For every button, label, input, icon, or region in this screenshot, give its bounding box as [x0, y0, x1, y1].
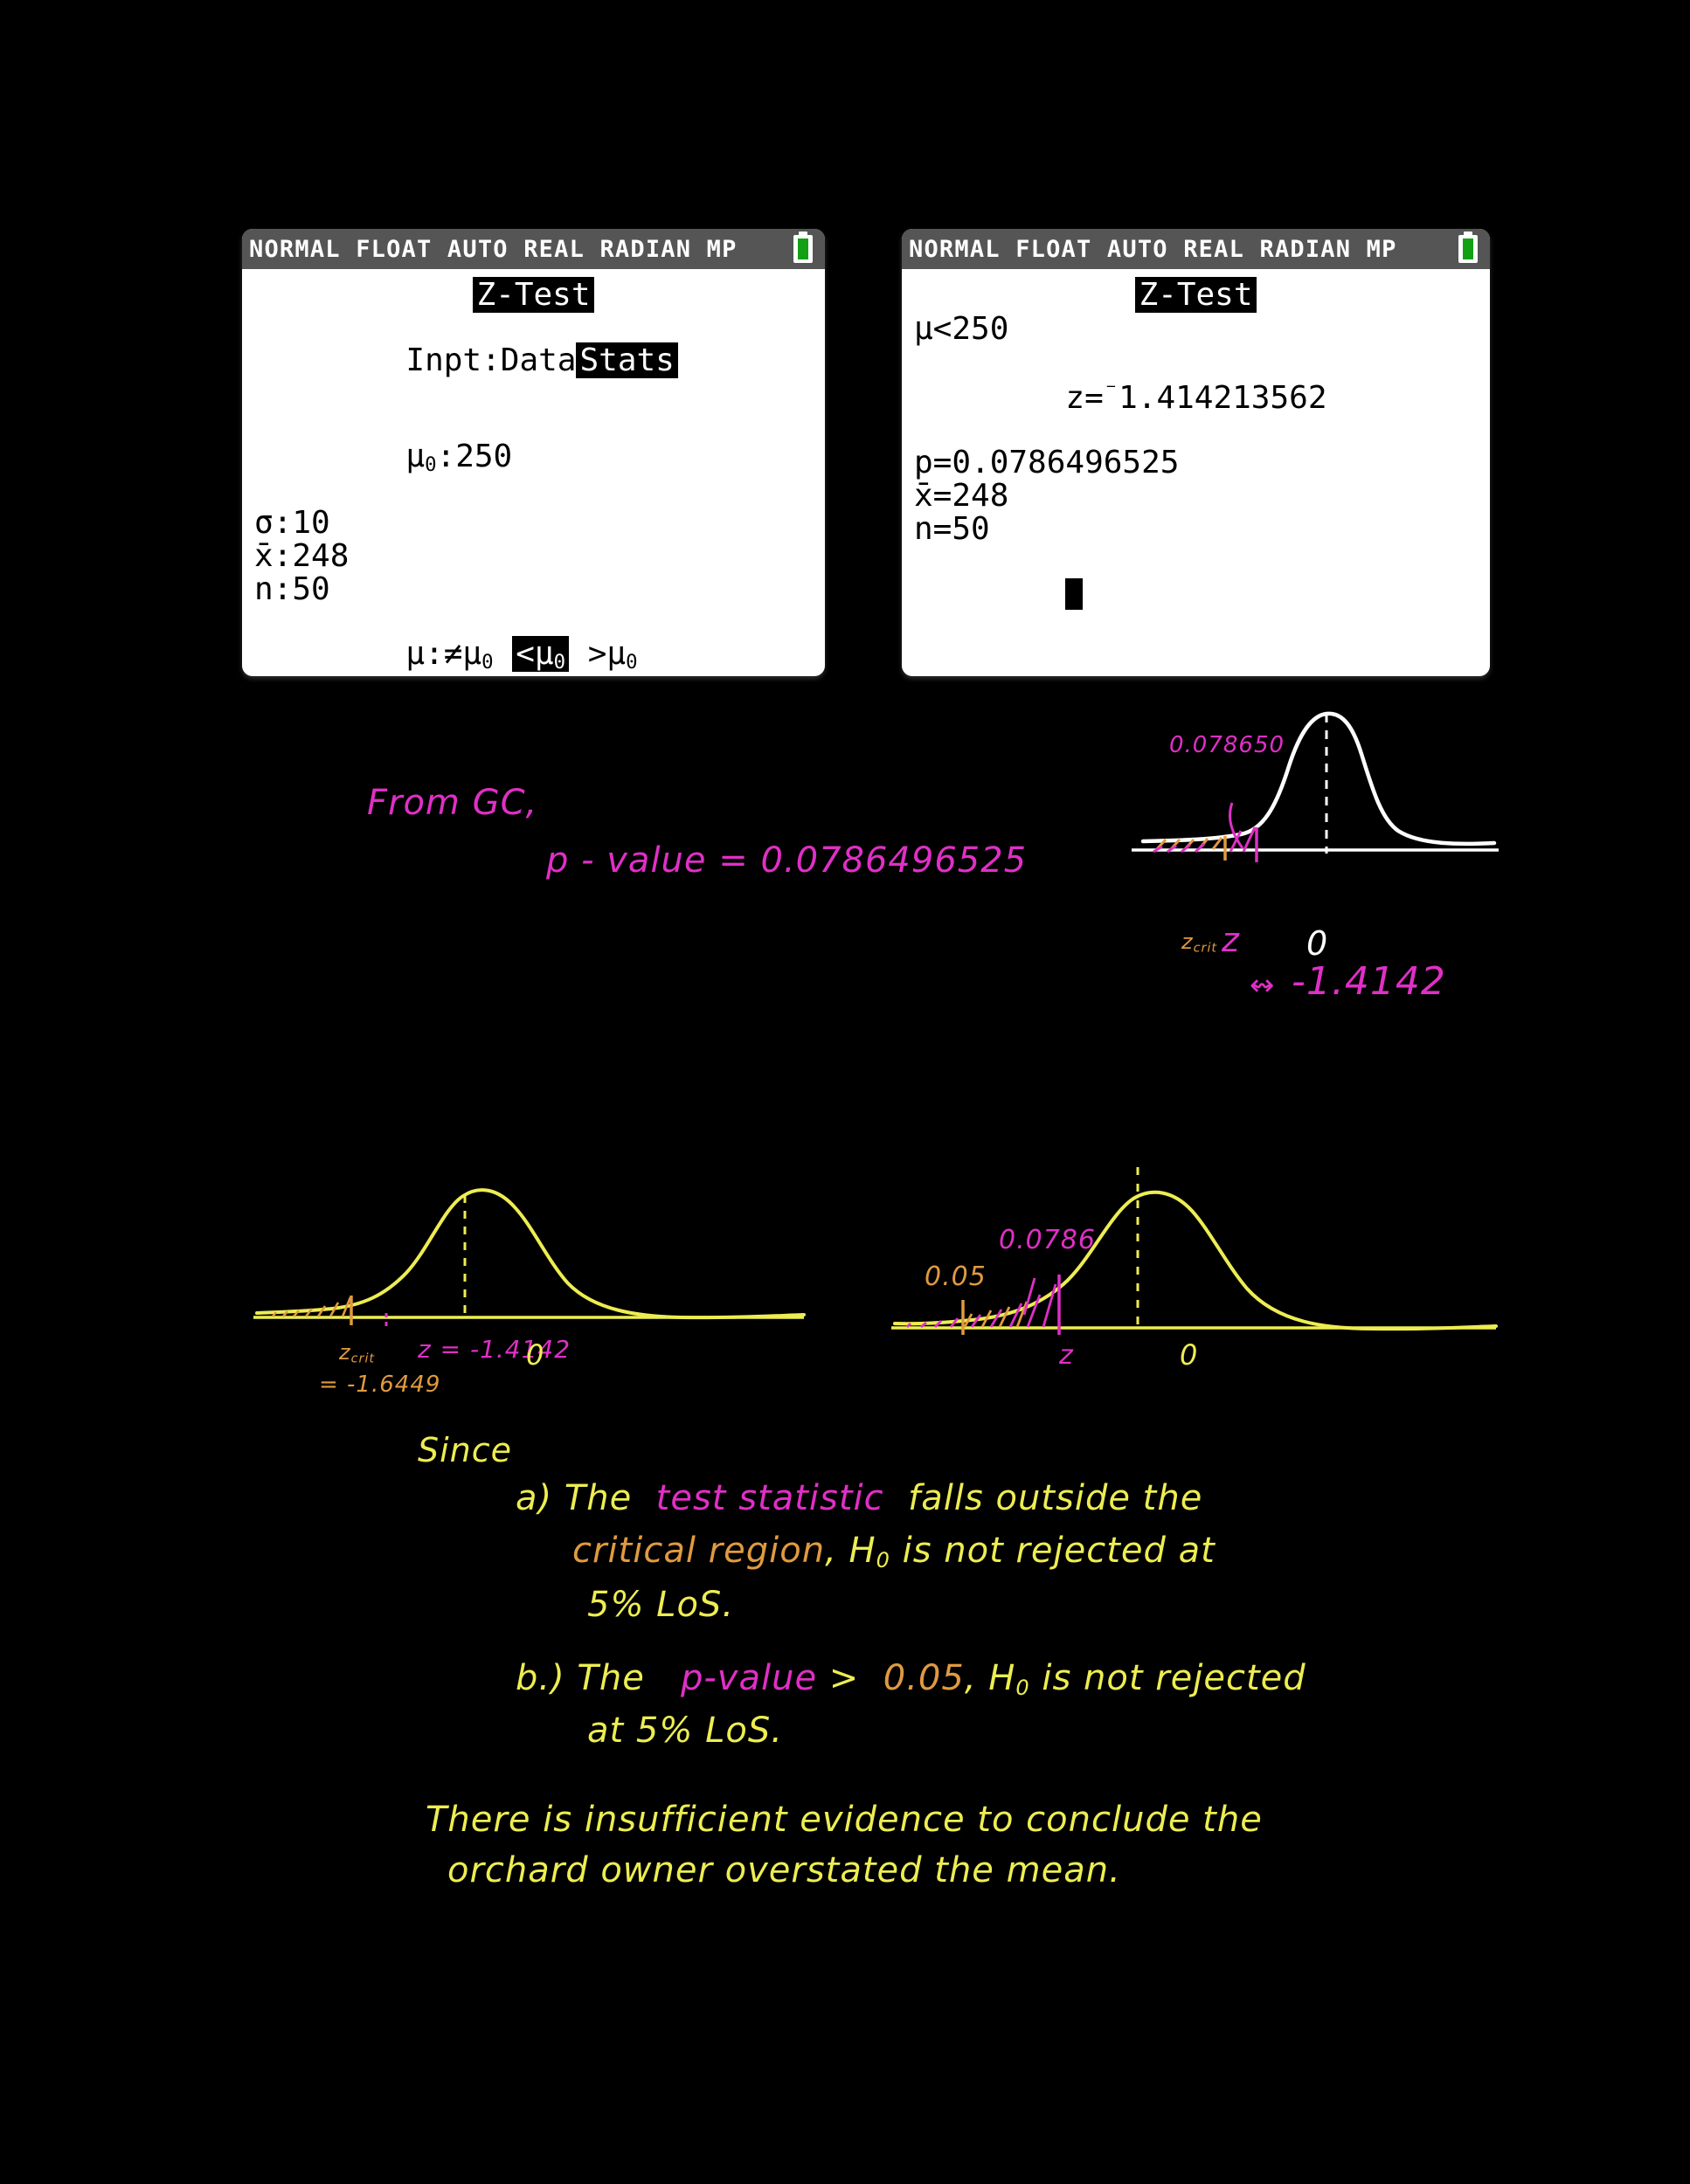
calc1-body: Z-Test Inpt:Data Stats μ0:250 σ:10 x̄:248…: [242, 269, 825, 676]
battery-fill: [798, 238, 808, 259]
calc2-body: Z-Test μ<250 z=⁻1.414213562 p=0.07864965…: [902, 269, 1490, 656]
top-right-z-value: -1.4142: [1292, 959, 1446, 1004]
top-right-zcrit-sub: crit: [1193, 941, 1218, 956]
top-right-zero-label: 0: [1306, 924, 1329, 963]
calc1-option-data[interactable]: Data: [501, 342, 577, 378]
calc1-n-row[interactable]: n:50: [254, 574, 813, 605]
conclusion-since: Since: [418, 1431, 513, 1469]
conclusion-b-tail-sub: 0: [1015, 1676, 1030, 1700]
top-right-z-label: z: [1222, 921, 1240, 959]
calc1-alt-less-than[interactable]: <μ0: [512, 636, 570, 674]
calc2-cursor-row: [914, 547, 1478, 647]
calculator-screen-ztest-input: NORMAL FLOAT AUTO REAL RADIAN MP Z-Test …: [242, 229, 825, 676]
battery-fill: [1463, 238, 1473, 259]
note-from-gc: From GC,: [367, 783, 538, 823]
conclusion-b-highlight-alpha: 0.05: [883, 1658, 965, 1698]
calc2-xbar-row: x̄=248: [914, 477, 1009, 514]
calc1-mu0-value: :250: [436, 439, 513, 474]
calc1-input-label: Inpt:: [405, 342, 501, 378]
calc2-n-row: n=50: [914, 510, 990, 547]
top-right-zcrit-label: zcrit: [1181, 930, 1217, 956]
conclusion-a-line1: a) The test statistic falls outside the: [516, 1478, 1202, 1518]
calc1-mu-label: μ:≠μ: [405, 636, 482, 673]
calc1-mu-ne-sub: 0: [481, 651, 494, 674]
calc1-alt-gt-sub: 0: [626, 651, 638, 674]
bottom-right-bell-curve: [893, 1190, 1498, 1331]
conclusion-a-tail-sub: 0: [876, 1548, 890, 1572]
calc2-p-row: p=0.0786496525: [914, 444, 1180, 480]
calc2-z-value: 1.414213562: [1119, 379, 1327, 416]
calc2-title-row: Z-Test: [914, 277, 1478, 313]
diagram-top-right-normal-curve: [1132, 711, 1499, 862]
bottom-left-zcrit-value: = -1.6449: [319, 1372, 441, 1398]
page-root: NORMAL FLOAT AUTO REAL RADIAN MP Z-Test …: [0, 0, 1690, 2184]
calc2-z-row: z=⁻1.414213562: [914, 347, 1478, 446]
calc1-title-row: Z-Test: [254, 277, 813, 313]
top-right-arrow-icon: ↭: [1250, 968, 1276, 1003]
conclusion-b-prefix: b.) The: [516, 1658, 645, 1698]
calc1-alt-greater-than[interactable]: >μ0: [587, 636, 638, 674]
conclusion-b-gt: >: [828, 1658, 860, 1698]
conclusion-b-highlight-pvalue: p-value: [680, 1658, 818, 1698]
cursor-block-icon: [1065, 577, 1084, 610]
bottom-right-z-label: z: [1059, 1340, 1074, 1371]
calc2-hypothesis: μ<250: [914, 311, 1009, 347]
conclusion-a-tail: , H: [825, 1531, 876, 1571]
conclusion-final-line1: There is insufficient evidence to conclu…: [426, 1800, 1263, 1840]
calc2-status-bar: NORMAL FLOAT AUTO REAL RADIAN MP: [902, 229, 1490, 269]
calc1-title: Z-Test: [473, 277, 594, 313]
calc1-status-text: NORMAL FLOAT AUTO REAL RADIAN MP: [249, 235, 738, 263]
calc2-z-negative-sign: ⁻: [1103, 376, 1119, 405]
calc1-option-stats[interactable]: Stats: [576, 342, 678, 378]
calculator-screen-ztest-results: NORMAL FLOAT AUTO REAL RADIAN MP Z-Test …: [902, 229, 1490, 676]
calc1-status-bar: NORMAL FLOAT AUTO REAL RADIAN MP: [242, 229, 825, 269]
battery-full-icon: [1458, 232, 1478, 263]
calc2-status-text: NORMAL FLOAT AUTO REAL RADIAN MP: [909, 235, 1397, 263]
conclusion-a-mid: falls outside the: [908, 1478, 1203, 1518]
top-right-zcrit-letter: z: [1181, 930, 1194, 954]
top-right-area-label: 0.078650: [1169, 732, 1285, 758]
bottom-left-bell-curve: [255, 1188, 806, 1320]
conclusion-a-tail2: is not rejected at: [890, 1531, 1216, 1571]
calc1-alternative-row: μ:≠μ0 <μ0 >μ0: [254, 607, 813, 676]
conclusion-final-line2: orchard owner overstated the mean.: [447, 1850, 1121, 1890]
conclusion-b-line1: b.) The p-value > 0.05, H0 is not reject…: [516, 1658, 1306, 1700]
calc1-xbar-row[interactable]: x̄:248: [254, 541, 813, 572]
conclusion-b-line2: at 5% LoS.: [587, 1711, 783, 1751]
bottom-left-zero-label: 0: [526, 1338, 545, 1372]
battery-full-icon: [793, 232, 813, 263]
calc2-title: Z-Test: [1135, 277, 1257, 313]
conclusion-a-line2: critical region, H0 is not rejected at: [572, 1531, 1216, 1572]
diagram-bottom-left-normal-curve: [253, 1188, 806, 1329]
calc1-mu0-label: μ: [405, 439, 426, 474]
bottom-right-alpha-label: 0.05: [925, 1261, 987, 1292]
note-p-value-statement: p - value = 0.0786496525: [546, 840, 1028, 881]
conclusion-a-line3: 5% LoS.: [587, 1585, 735, 1625]
calc1-alt-lt-sub: 0: [553, 651, 566, 674]
calc1-alt-gt-text: >μ: [587, 636, 627, 673]
conclusion-a-prefix: a) The: [516, 1478, 633, 1518]
calc2-z-label: z=: [1065, 379, 1104, 416]
calc1-sigma-row[interactable]: σ:10: [254, 508, 813, 539]
bottom-right-pvalue-label: 0.0786: [999, 1225, 1096, 1255]
bottom-left-zcrit-letter: z: [339, 1340, 351, 1365]
bottom-left-zcrit-label: zcrit: [339, 1340, 375, 1366]
calc1-mu0-row[interactable]: μ0:250: [254, 410, 813, 506]
bottom-right-zero-label: 0: [1180, 1338, 1199, 1372]
calc1-alt-lt-text: <μ: [516, 636, 554, 673]
conclusion-b-tail2: is not rejected: [1029, 1658, 1306, 1698]
conclusion-b-tail: , H: [964, 1658, 1016, 1698]
calc1-input-row: Inpt:Data Stats: [254, 314, 813, 408]
calc1-mu0-sub: 0: [425, 453, 437, 476]
conclusion-a-highlight-test-statistic: test statistic: [655, 1478, 884, 1518]
bottom-left-z-label: z = -1.4142: [418, 1335, 571, 1364]
conclusion-a-highlight-critical-region: critical region: [572, 1531, 826, 1571]
bottom-left-zcrit-sub: crit: [350, 1351, 376, 1366]
